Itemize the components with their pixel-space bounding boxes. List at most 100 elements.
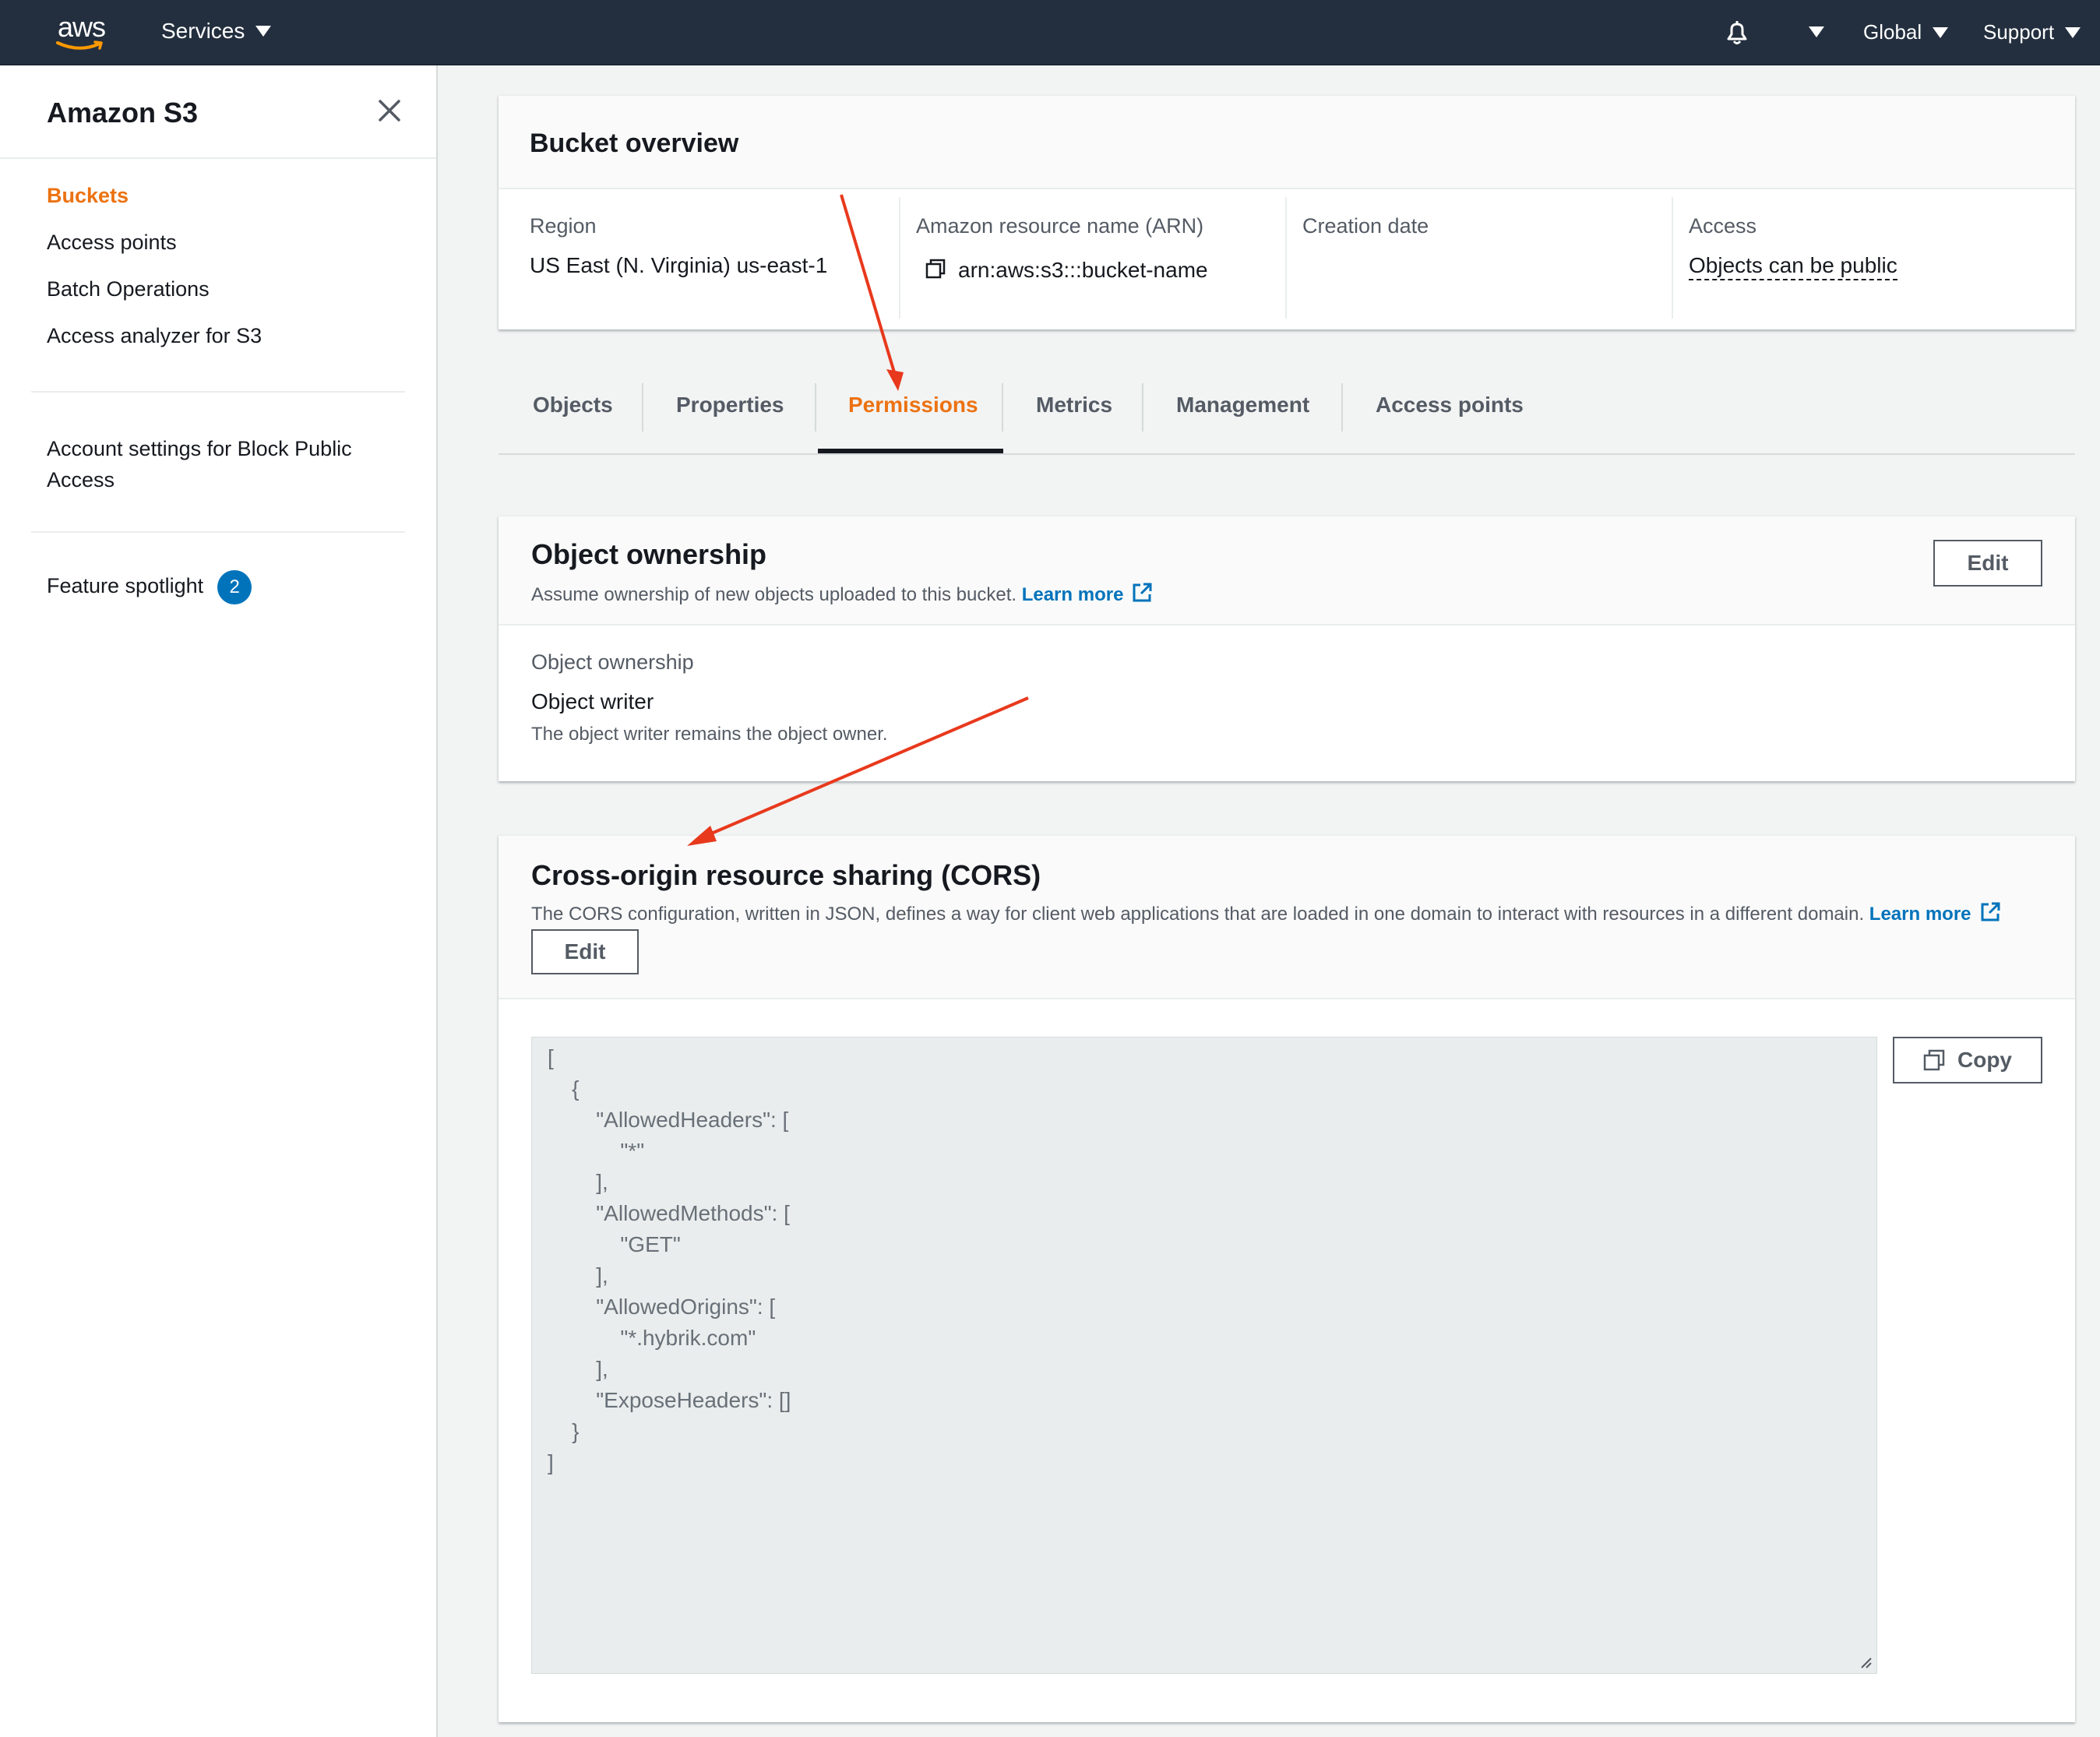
learn-more-link[interactable]: Learn more: [1869, 904, 1971, 925]
object-ownership-panel: Object ownership Assume ownership of new…: [499, 516, 2075, 781]
cors-json-textarea[interactable]: [ { "AllowedHeaders": [ "*" ], "AllowedM…: [531, 1037, 1877, 1674]
object-ownership-field-description: The object writer remains the object own…: [531, 724, 888, 745]
notifications-bell-icon[interactable]: [1721, 17, 1753, 52]
creation-date-field: Creation date: [1271, 189, 1661, 314]
code-line: ]: [548, 1450, 554, 1475]
tab-properties[interactable]: Properties: [676, 393, 784, 418]
code-line: "AllowedHeaders": [: [548, 1108, 789, 1132]
cors-desc-text: The CORS configuration, written in JSON,…: [531, 903, 1865, 925]
feature-spotlight-label: Feature spotlight: [47, 574, 204, 598]
account-settings-line1: Account settings for Block Public: [47, 437, 352, 460]
sidebar-item-buckets[interactable]: Buckets: [47, 184, 129, 208]
sidebar: Amazon S3 Buckets Access points Batch Op…: [0, 65, 438, 1737]
code-line: "AllowedMethods": [: [548, 1201, 790, 1225]
code-line: [: [548, 1045, 554, 1069]
object-ownership-field-value: Object writer: [531, 689, 654, 713]
arn-value: arn:aws:s3:::bucket-name: [958, 258, 1208, 282]
copy-icon: [1923, 1049, 1945, 1071]
sidebar-item-feature-spotlight[interactable]: Feature spotlight 2: [47, 570, 252, 604]
access-field: Access Objects can be public: [1658, 189, 2047, 314]
services-menu[interactable]: Services: [161, 19, 272, 44]
arn-label: Amazon resource name (ARN): [916, 214, 1204, 238]
external-link-icon[interactable]: [1131, 582, 1153, 609]
tab-divider: [1142, 383, 1143, 432]
object-ownership-field-label: Object ownership: [531, 650, 694, 674]
top-navigation-bar: aws Services Global Support: [0, 0, 2100, 65]
ownership-edit-button[interactable]: Edit: [1933, 540, 2042, 587]
aws-logo[interactable]: aws: [53, 11, 115, 55]
arn-value-row[interactable]: arn:aws:s3:::bucket-name: [925, 258, 1208, 284]
copy-icon[interactable]: [925, 259, 946, 284]
sidebar-item-batch-operations[interactable]: Batch Operations: [47, 277, 210, 301]
learn-more-link[interactable]: Learn more: [1022, 584, 1124, 605]
cors-edit-button[interactable]: Edit: [531, 929, 639, 974]
code-line: "*.hybrik.com": [548, 1326, 756, 1350]
access-value[interactable]: Objects can be public: [1689, 253, 1897, 280]
support-label: Support: [1983, 20, 2055, 44]
code-line: }: [548, 1419, 580, 1443]
tab-objects[interactable]: Objects: [533, 393, 613, 418]
access-value-text[interactable]: Objects can be public: [1689, 253, 1897, 280]
close-icon[interactable]: [377, 98, 402, 123]
chevron-down-icon: [1933, 26, 1949, 38]
cors-description: The CORS configuration, written in JSON,…: [531, 901, 2001, 928]
cors-panel: Cross-origin resource sharing (CORS) The…: [499, 835, 2075, 1722]
sidebar-title: Amazon S3: [47, 97, 199, 129]
object-ownership-header: Object ownership Assume ownership of new…: [499, 516, 2075, 625]
code-line: "ExposeHeaders": []: [548, 1388, 791, 1412]
region-menu[interactable]: Global: [1863, 20, 1949, 44]
account-menu[interactable]: [1809, 26, 1824, 41]
cors-title: Cross-origin resource sharing (CORS): [531, 859, 1041, 891]
code-line: "*": [548, 1139, 645, 1163]
aws-smile-icon: [56, 41, 103, 50]
chevron-down-icon: [2065, 26, 2081, 38]
support-menu[interactable]: Support: [1983, 20, 2081, 44]
bucket-tabs: Objects Properties Permissions Metrics M…: [499, 366, 2075, 455]
region-label: Region: [530, 214, 597, 238]
code-line: "GET": [548, 1232, 681, 1256]
tab-divider: [642, 383, 643, 432]
arn-field: Amazon resource name (ARN) arn:aws:s3:::…: [885, 189, 1274, 314]
sidebar-divider: [31, 531, 405, 533]
cors-header: Cross-origin resource sharing (CORS) The…: [499, 836, 2075, 999]
region-value: US East (N. Virginia) us-east-1: [530, 253, 828, 277]
object-ownership-desc-text: Assume ownership of new objects uploaded…: [531, 583, 1017, 605]
tab-metrics[interactable]: Metrics: [1036, 393, 1112, 418]
sidebar-item-access-points[interactable]: Access points: [47, 231, 177, 255]
aws-logo-text: aws: [58, 11, 106, 43]
account-settings-line2: Access: [47, 468, 115, 492]
code-line: ],: [548, 1357, 608, 1381]
chevron-down-icon: [255, 26, 272, 37]
tab-divider: [1341, 383, 1343, 432]
code-line: ],: [548, 1170, 608, 1194]
object-ownership-title: Object ownership: [531, 538, 767, 570]
notification-count-badge: 2: [217, 570, 252, 604]
tab-access-points[interactable]: Access points: [1376, 393, 1524, 418]
copy-button[interactable]: Copy: [1893, 1037, 2042, 1083]
chevron-down-icon: [1809, 26, 1824, 37]
bucket-overview-header: Bucket overview: [499, 96, 2075, 189]
services-label: Services: [161, 19, 245, 43]
tab-divider: [815, 383, 816, 432]
code-line: ],: [548, 1263, 608, 1288]
sidebar-divider: [31, 391, 405, 393]
creation-date-label: Creation date: [1302, 214, 1429, 238]
region-label: Global: [1863, 20, 1922, 44]
tab-divider: [1002, 383, 1003, 432]
code-line: {: [548, 1076, 580, 1101]
access-label: Access: [1689, 214, 1757, 238]
copy-label: Copy: [1957, 1048, 2012, 1072]
bucket-overview-panel: Bucket overview Region US East (N. Virgi…: [499, 95, 2075, 329]
tab-management[interactable]: Management: [1176, 393, 1309, 418]
sidebar-item-access-analyzer[interactable]: Access analyzer for S3: [47, 324, 262, 348]
region-field: Region US East (N. Virginia) us-east-1: [499, 189, 888, 314]
sidebar-divider: [0, 157, 436, 159]
resize-handle-icon[interactable]: [1858, 1654, 1872, 1668]
bucket-overview-title: Bucket overview: [530, 129, 739, 158]
tab-permissions[interactable]: Permissions: [848, 393, 978, 418]
sidebar-item-account-settings[interactable]: Account settings for Block Public Access: [47, 433, 352, 495]
code-line: "AllowedOrigins": [: [548, 1295, 776, 1319]
active-tab-indicator: [818, 449, 1003, 453]
external-link-icon[interactable]: [1979, 901, 2001, 928]
object-ownership-description: Assume ownership of new objects uploaded…: [531, 582, 1153, 609]
